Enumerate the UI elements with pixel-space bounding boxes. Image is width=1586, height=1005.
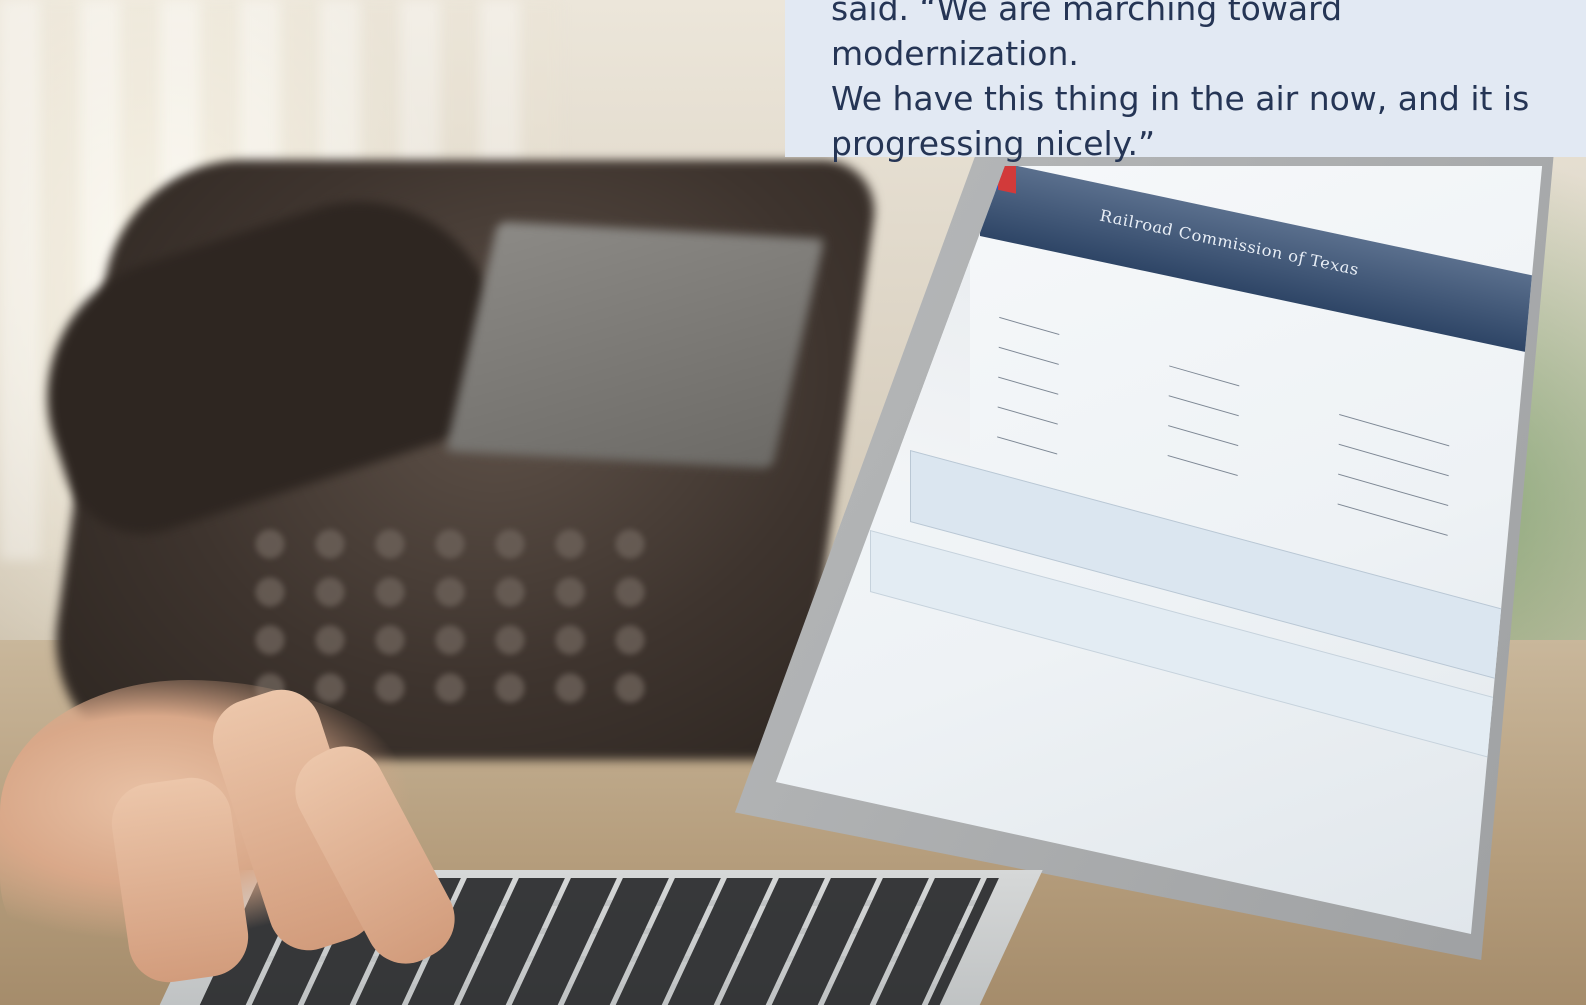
form-field bbox=[1169, 365, 1240, 387]
form-dropdown bbox=[1337, 503, 1448, 536]
form-field bbox=[999, 316, 1060, 336]
form-field bbox=[998, 346, 1059, 365]
form-dropdown bbox=[1338, 443, 1449, 477]
quote-line: We have this thing in the air now, and i… bbox=[831, 79, 1530, 118]
pull-quote-box: said. “We are marching toward modernizat… bbox=[785, 0, 1586, 163]
phone-keypad bbox=[240, 520, 660, 710]
pull-quote: said. “We are marching toward modernizat… bbox=[831, 0, 1571, 166]
quote-line: said. “We are marching toward modernizat… bbox=[831, 0, 1343, 73]
form-field bbox=[1168, 395, 1239, 417]
phone-display bbox=[445, 221, 825, 469]
form-field bbox=[998, 376, 1059, 395]
form-field bbox=[1167, 455, 1238, 476]
form-field bbox=[997, 436, 1058, 455]
app-title: Railroad Commission of Texas bbox=[1100, 205, 1359, 280]
form-dropdown bbox=[1339, 413, 1450, 447]
quote-line: progressing nicely.” bbox=[831, 124, 1156, 163]
form-field bbox=[997, 406, 1058, 425]
form-dropdown bbox=[1338, 473, 1449, 507]
form-field bbox=[1168, 425, 1239, 447]
